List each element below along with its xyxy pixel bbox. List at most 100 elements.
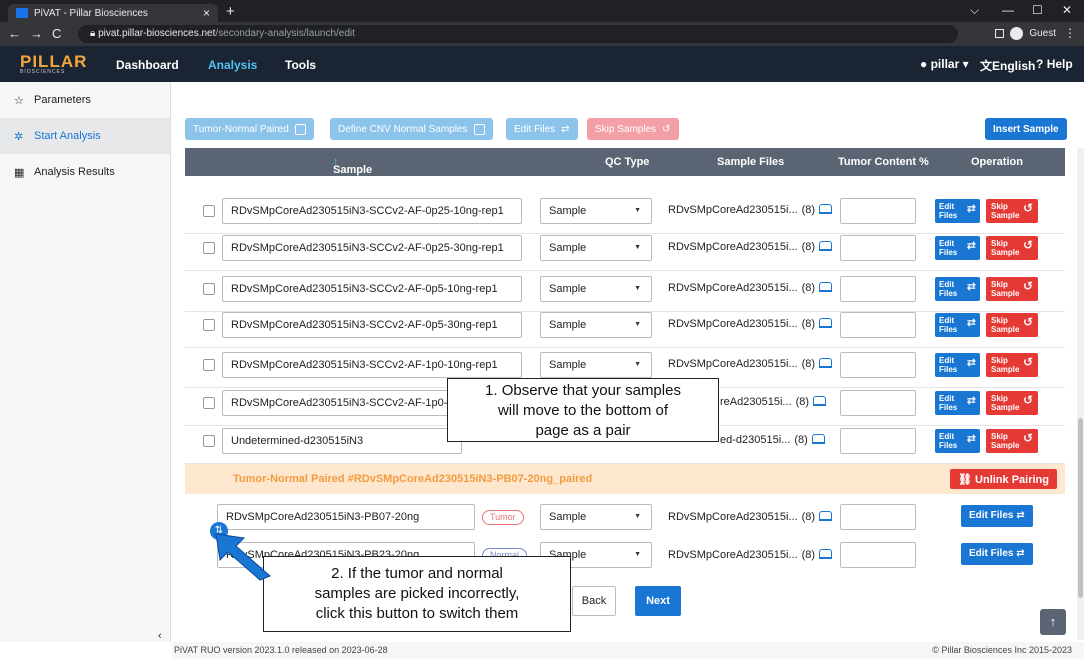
edit-files-button[interactable]: Edit Files ⇄ — [935, 236, 980, 260]
new-tab-icon[interactable]: + — [226, 3, 235, 20]
tumor-content-input[interactable] — [840, 352, 916, 378]
sample-name-input[interactable]: Undetermined-d230515iN3 — [222, 428, 462, 454]
sample-files[interactable]: ed-d230515i... (8) — [720, 434, 825, 446]
maximize-icon[interactable]: ☐ — [1032, 3, 1043, 17]
tumor-normal-paired-button[interactable]: Tumor-Normal Paired — [185, 118, 314, 140]
user-menu[interactable]: ● pillar ▾ — [920, 57, 969, 71]
edit-files-button[interactable]: Edit Files ⇄ — [935, 277, 980, 301]
row-checkbox[interactable] — [203, 319, 215, 331]
sample-files[interactable]: RDvSMpCoreAd230515i... (8) — [668, 204, 833, 216]
tumor-content-input[interactable] — [840, 428, 916, 454]
tumor-content-input[interactable] — [840, 198, 916, 224]
folder-icon[interactable] — [819, 282, 833, 292]
url-input[interactable]: 🔒︎ pivat.pillar-biosciences.net/secondar… — [78, 25, 958, 43]
folder-icon[interactable] — [819, 549, 833, 559]
edit-files-toolbar-button[interactable]: Edit Files ⇄ — [506, 118, 578, 140]
tumor-content-input[interactable] — [840, 390, 916, 416]
qc-type-select[interactable]: Sample — [540, 504, 652, 530]
column-header-sample-name[interactable]: Sample Name ↑ — [333, 156, 372, 188]
language-menu[interactable]: 文English — [980, 57, 1035, 74]
qc-type-select[interactable]: Sample — [540, 312, 652, 338]
row-checkbox[interactable] — [203, 242, 215, 254]
folder-icon[interactable] — [819, 511, 833, 521]
nav-analysis[interactable]: Analysis — [208, 58, 257, 72]
tab-search-icon[interactable] — [995, 29, 1005, 38]
sample-files[interactable]: RDvSMpCoreAd230515i... (8) — [668, 282, 833, 294]
row-checkbox[interactable] — [203, 205, 215, 217]
next-button[interactable]: Next — [635, 586, 681, 616]
help-link[interactable]: ? Help — [1036, 57, 1073, 71]
sample-files[interactable]: RDvSMpCoreAd230515i... (8) — [668, 241, 833, 253]
edit-files-button[interactable]: Edit Files ⇄ — [935, 391, 980, 415]
row-checkbox[interactable] — [203, 283, 215, 295]
tumor-content-input[interactable] — [840, 504, 916, 530]
sample-name-input[interactable]: RDvSMpCoreAd230515iN3-SCCv2-AF-0p5-30ng-… — [222, 312, 522, 338]
forward-arrow-icon[interactable]: → — [30, 26, 43, 41]
chevron-down-icon[interactable]: ⌵ — [970, 3, 979, 18]
folder-icon[interactable] — [813, 396, 827, 406]
sample-name-input[interactable]: RDvSMpCoreAd230515iN3-SCCv2-AF-0p25-30ng… — [222, 235, 522, 261]
sample-files[interactable]: reAd230515i... (8) — [720, 396, 827, 408]
back-button[interactable]: Back — [572, 586, 616, 616]
unlink-pairing-button[interactable]: ⛓ Unlink Pairing — [950, 469, 1057, 489]
collapse-sidebar-icon[interactable]: ‹ — [158, 630, 172, 644]
qc-type-select[interactable]: Sample — [540, 235, 652, 261]
sample-files[interactable]: RDvSMpCoreAd230515i... (8) — [668, 318, 833, 330]
row-checkbox[interactable] — [203, 397, 215, 409]
back-arrow-icon[interactable]: ← — [8, 26, 21, 41]
tumor-sample-name-input[interactable]: RDvSMpCoreAd230515iN3-PB07-20ng — [217, 504, 475, 530]
sample-files[interactable]: RDvSMpCoreAd230515i... (8) — [668, 549, 833, 561]
pillar-logo[interactable]: PILLAR BIOSCIENCES — [20, 52, 87, 75]
skip-sample-button[interactable]: Skip Sample ↺ — [986, 429, 1038, 453]
tumor-content-input[interactable] — [840, 542, 916, 568]
define-cnv-button[interactable]: Define CNV Normal Samples — [330, 118, 493, 140]
sidebar-item-analysis-results[interactable]: ▦ Analysis Results — [0, 154, 170, 190]
sample-name-input[interactable]: RDvSMpCoreAd230515iN3-SCCv2-AF-1p0-10ng-… — [222, 352, 522, 378]
edit-files-button[interactable]: Edit Files ⇄ — [935, 199, 980, 223]
browser-menu-icon[interactable]: ⋮ — [1064, 26, 1076, 40]
edit-files-button[interactable]: Edit Files ⇄ — [935, 353, 980, 377]
folder-icon[interactable] — [819, 318, 833, 328]
minimize-icon[interactable]: — — [1002, 3, 1014, 17]
sidebar-item-start-analysis[interactable]: ✲ Start Analysis — [0, 118, 170, 154]
tumor-content-input[interactable] — [840, 235, 916, 261]
scrollbar-thumb[interactable] — [1078, 418, 1083, 598]
close-window-icon[interactable]: ✕ — [1062, 3, 1072, 17]
edit-files-button[interactable]: Edit Files ⇄ — [961, 505, 1033, 527]
reload-icon[interactable]: C — [52, 26, 61, 41]
skip-samples-button[interactable]: Skip Samples ↺ — [587, 118, 679, 140]
nav-dashboard[interactable]: Dashboard — [116, 58, 179, 72]
scrollbar[interactable] — [1077, 148, 1084, 640]
qc-type-select[interactable]: Sample — [540, 352, 652, 378]
qc-type-select[interactable]: Sample — [540, 198, 652, 224]
sample-name-input[interactable]: RDvSMpCoreAd230515iN3-SCCv2-AF-0p25-10ng… — [222, 198, 522, 224]
edit-files-button[interactable]: Edit Files ⇄ — [935, 313, 980, 337]
sample-name-input[interactable]: RDvSMpCoreAd230515iN3-SCCv2-AF-1p0-30n — [222, 390, 462, 416]
profile-button[interactable]: Guest — [995, 27, 1056, 40]
qc-type-select[interactable]: Sample — [540, 276, 652, 302]
tumor-content-input[interactable] — [840, 276, 916, 302]
folder-icon[interactable] — [819, 358, 833, 368]
skip-sample-button[interactable]: Skip Sample ↺ — [986, 236, 1038, 260]
insert-sample-button[interactable]: Insert Sample — [985, 118, 1067, 140]
sample-files[interactable]: RDvSMpCoreAd230515i... (8) — [668, 511, 833, 523]
folder-icon[interactable] — [819, 241, 833, 251]
browser-tab[interactable]: PiVAT - Pillar Biosciences × — [8, 4, 218, 22]
skip-sample-button[interactable]: Skip Sample ↺ — [986, 313, 1038, 337]
row-checkbox[interactable] — [203, 359, 215, 371]
tumor-content-input[interactable] — [840, 312, 916, 338]
scroll-to-top-button[interactable]: ↑ — [1040, 609, 1066, 635]
edit-files-button[interactable]: Edit Files ⇄ — [935, 429, 980, 453]
nav-tools[interactable]: Tools — [285, 58, 316, 72]
sample-files[interactable]: RDvSMpCoreAd230515i... (8) — [668, 358, 833, 370]
skip-sample-button[interactable]: Skip Sample ↺ — [986, 277, 1038, 301]
sidebar-item-parameters[interactable]: ☆ Parameters — [0, 82, 170, 118]
edit-files-button[interactable]: Edit Files ⇄ — [961, 543, 1033, 565]
folder-icon[interactable] — [811, 434, 825, 444]
close-tab-icon[interactable]: × — [203, 6, 210, 20]
folder-icon[interactable] — [819, 204, 833, 214]
sample-name-input[interactable]: RDvSMpCoreAd230515iN3-SCCv2-AF-0p5-10ng-… — [222, 276, 522, 302]
row-checkbox[interactable] — [203, 435, 215, 447]
skip-sample-button[interactable]: Skip Sample ↺ — [986, 353, 1038, 377]
skip-sample-button[interactable]: Skip Sample ↺ — [986, 391, 1038, 415]
